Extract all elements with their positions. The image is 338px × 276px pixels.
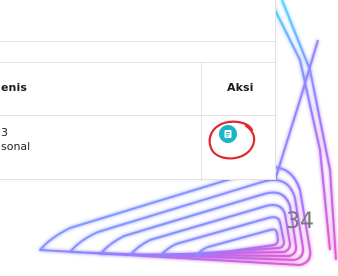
slide-page-number: 34 [286, 209, 314, 234]
jenis-cell-line2: sonal [1, 140, 31, 153]
table-header-bottom-border [0, 115, 275, 116]
annotation-circle [208, 120, 256, 160]
column-header-aksi: Aksi [227, 81, 254, 94]
table-header-top-border [0, 62, 275, 63]
jenis-cell-line1: 3 [1, 126, 8, 139]
table-top-border [0, 41, 275, 42]
column-header-jenis: enis [1, 81, 28, 94]
column-divider [201, 62, 202, 181]
